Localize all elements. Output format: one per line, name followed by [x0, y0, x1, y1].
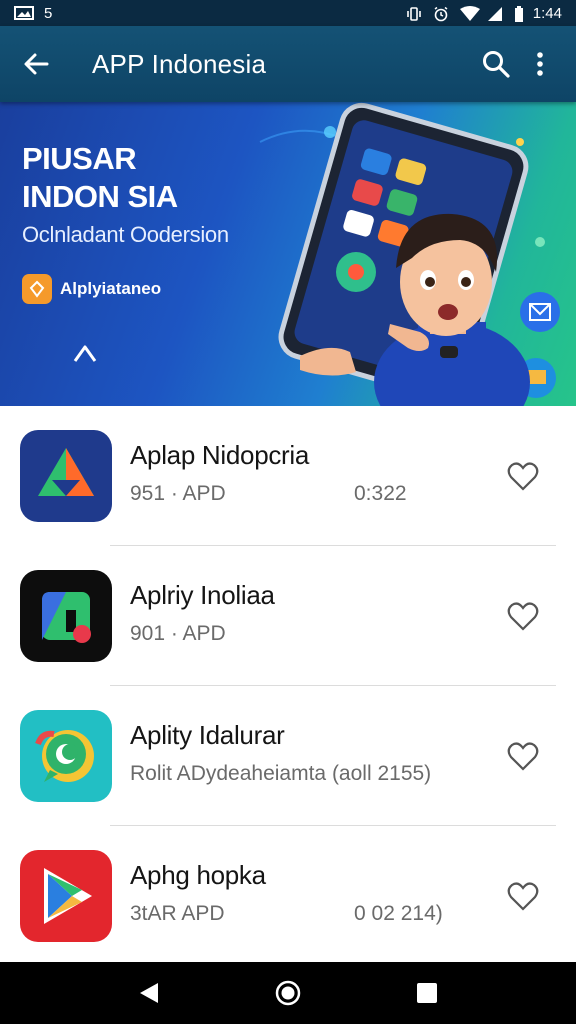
nav-back-button[interactable]	[127, 971, 171, 1015]
triangle-app-icon	[20, 430, 112, 522]
promo-banner[interactable]: PIUSAR INDON SIA Oclnladant Oodersion Al…	[0, 102, 576, 406]
search-icon	[483, 51, 510, 78]
heart-icon	[507, 882, 539, 911]
banner-title-line2: INDON SIA	[22, 179, 178, 214]
signal-icon	[487, 6, 505, 21]
battery-icon	[514, 6, 524, 22]
status-bar: 5 1:44	[0, 0, 576, 26]
app-meta: Rolit ADydeaheiamta (aoll 2155)	[130, 762, 432, 785]
list-item[interactable]: Aplity Idalurar Rolit ADydeaheiamta (aol…	[0, 686, 576, 826]
page-title: APP Indonesia	[92, 48, 267, 79]
app-store-icon	[22, 274, 52, 304]
favorite-button[interactable]	[502, 456, 544, 498]
nav-back-icon	[140, 983, 159, 1003]
app-bar: APP Indonesia	[0, 26, 576, 102]
app-meta: 3tAR APD	[130, 902, 225, 925]
heart-icon	[507, 602, 539, 631]
arrow-left-icon	[24, 53, 49, 75]
image-icon	[14, 6, 34, 20]
status-right: 1:44	[406, 5, 562, 22]
banner-title: PIUSAR INDON SIA	[22, 140, 178, 216]
heart-icon	[507, 462, 539, 491]
chat-app-icon	[20, 710, 112, 802]
search-button[interactable]	[474, 42, 518, 86]
app-name: Aplap Nidopcria	[130, 440, 310, 470]
banner-cta[interactable]: Alplyiataneo	[22, 274, 161, 304]
nav-home-button[interactable]	[266, 971, 310, 1015]
nav-recents-button[interactable]	[405, 971, 449, 1015]
app-meta-secondary: 0 02 214)	[354, 902, 443, 925]
square-app-icon	[20, 570, 112, 662]
app-meta: 901 · APD	[130, 622, 226, 645]
chevron-up-icon	[73, 345, 97, 362]
heart-icon	[507, 742, 539, 771]
favorite-button[interactable]	[502, 596, 544, 638]
status-left: 5	[14, 5, 52, 22]
banner-cta-label: Alplyiataneo	[60, 279, 162, 298]
banner-title-line1: PIUSAR	[22, 141, 137, 176]
app-name: Aphg hopka	[130, 860, 266, 890]
status-time: 1:44	[532, 4, 562, 22]
app-meta-secondary: 0:322	[354, 482, 407, 505]
play-app-icon	[20, 850, 112, 942]
app-name: Aplity Idalurar	[130, 720, 285, 750]
system-nav-bar	[0, 962, 576, 1024]
app-meta: 951 · APD	[130, 482, 226, 505]
alarm-icon	[433, 6, 451, 22]
overflow-menu-button[interactable]	[518, 42, 562, 86]
app-list: Aplap Nidopcria 951 · APD 0:322 Aplriy I…	[0, 406, 576, 966]
wifi-icon	[459, 6, 480, 21]
notification-count: 5	[44, 4, 53, 22]
back-button[interactable]	[16, 44, 56, 84]
list-item[interactable]: Aplriy Inoliaa 901 · APD	[0, 546, 576, 686]
favorite-button[interactable]	[502, 876, 544, 918]
list-item[interactable]: Aphg hopka 3tAR APD 0 02 214)	[0, 826, 576, 966]
nav-recents-icon	[416, 983, 437, 1003]
app-name: Aplriy Inoliaa	[130, 580, 275, 610]
more-vert-icon	[537, 52, 543, 76]
nav-home-icon	[275, 980, 301, 1006]
list-item[interactable]: Aplap Nidopcria 951 · APD 0:322	[0, 406, 576, 546]
banner-expand-button[interactable]	[72, 342, 98, 369]
vibrate-icon	[406, 6, 424, 21]
favorite-button[interactable]	[502, 736, 544, 778]
banner-subtitle: Oclnladant Oodersion	[22, 222, 229, 247]
